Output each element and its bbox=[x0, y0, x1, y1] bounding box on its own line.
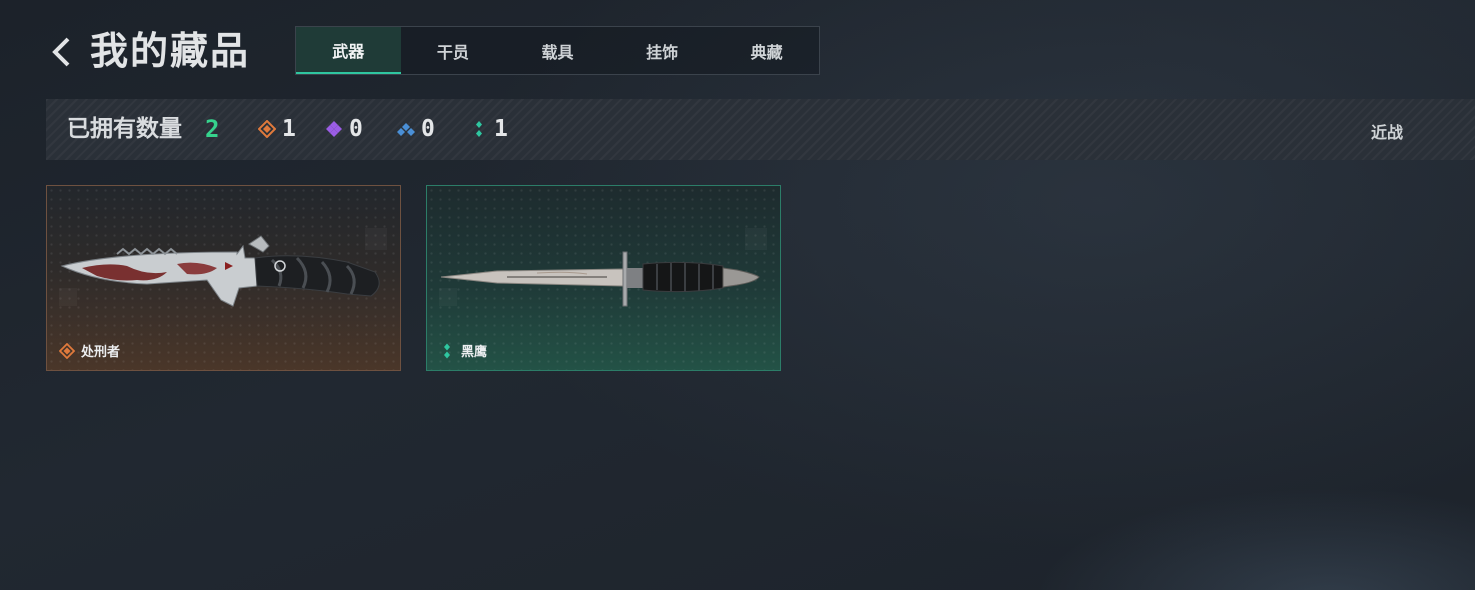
purple-diamond-icon bbox=[326, 121, 342, 137]
owned-count-value: 2 bbox=[205, 115, 220, 143]
rarity-blue-stat: 0 bbox=[397, 113, 435, 145]
tab-collection[interactable]: 典藏 bbox=[714, 27, 819, 74]
rarity-orange-stat: 1 bbox=[258, 113, 296, 145]
blue-diamond-icon bbox=[397, 123, 415, 136]
item-name-row: 黑鹰 bbox=[439, 341, 487, 360]
rarity-purple-stat: 0 bbox=[325, 113, 363, 145]
tab-charms[interactable]: 挂饰 bbox=[610, 27, 715, 74]
orange-diamond-icon bbox=[258, 120, 276, 138]
rarity-purple-count: 0 bbox=[349, 116, 363, 142]
green-dots-icon bbox=[476, 121, 482, 137]
orange-diamond-icon bbox=[59, 342, 75, 359]
category-tabs: 武器 干员 载具 挂饰 典藏 bbox=[295, 26, 820, 75]
page-title: 我的藏品 bbox=[90, 29, 251, 73]
item-name: 黑鹰 bbox=[461, 345, 488, 360]
rarity-green-count: 1 bbox=[494, 116, 508, 142]
rarity-green-stat: 1 bbox=[470, 113, 508, 145]
tab-weapons[interactable]: 武器 bbox=[296, 27, 401, 74]
rarity-orange-count: 1 bbox=[282, 116, 296, 142]
rarity-blue-count: 0 bbox=[421, 116, 435, 142]
item-name-row: 处刑者 bbox=[59, 341, 120, 360]
black-hawk-knife-image bbox=[440, 251, 760, 307]
item-card-executioner[interactable]: 处刑者 bbox=[46, 185, 401, 371]
back-arrow-icon[interactable] bbox=[50, 36, 74, 68]
owned-count-label: 已拥有数量 bbox=[67, 116, 182, 142]
item-name: 处刑者 bbox=[81, 345, 121, 360]
executioner-knife-image bbox=[60, 235, 380, 307]
tab-vehicles[interactable]: 载具 bbox=[505, 27, 610, 74]
item-card-black-hawk[interactable]: 黑鹰 bbox=[426, 185, 781, 371]
tab-operators[interactable]: 干员 bbox=[401, 27, 506, 74]
filter-melee[interactable]: 近战 bbox=[1371, 119, 1403, 143]
stats-bar: 已拥有数量 2 1 0 0 1 近战 bbox=[46, 99, 1475, 160]
green-dots-icon bbox=[444, 343, 450, 358]
